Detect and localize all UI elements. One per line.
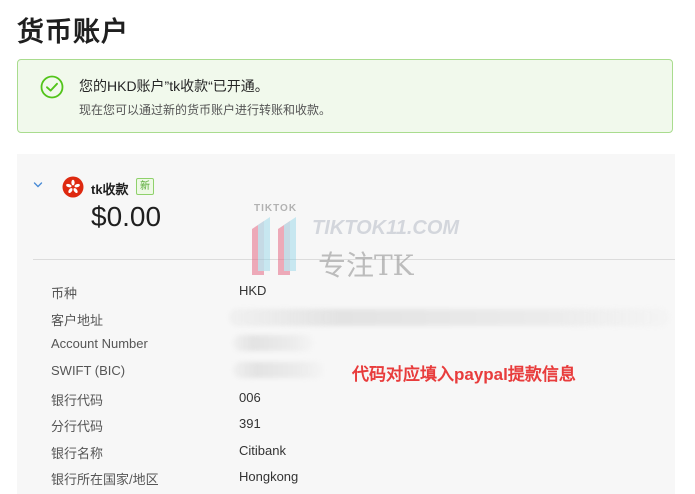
detail-label-bank-code: 银行代码 [51,393,104,408]
hong-kong-flag-icon [62,176,84,198]
account-balance: $0.00 [91,201,162,232]
success-banner: 您的HKD账户”tk收款“已开通。 现在您可以通过新的货币账户进行转账和收款。 [17,59,673,133]
detail-label-address: 客户地址 [51,313,104,328]
watermark-logo-icon [252,217,296,275]
redacted-account-number [233,335,313,351]
page-title: 货币账户 [17,17,129,47]
watermark: TIKTOK TIKTOK11.COM 专注TK [248,203,460,283]
redacted-swift [233,362,323,378]
detail-label-bank-country: 银行所在国家/地区 [51,472,159,487]
banner-title: 您的HKD账户”tk收款“已开通。 [79,78,269,94]
chevron-down-icon[interactable] [33,180,43,190]
new-badge: 新 [136,178,154,195]
detail-label-currency: 币种 [51,286,78,301]
annotation-text: 代码对应填入paypal提款信息 [352,365,576,384]
detail-value-bank-name: Citibank [239,443,286,458]
banner-subtitle: 现在您可以通过新的货币账户进行转账和收款。 [79,103,332,117]
detail-label-account-number: Account Number [51,336,148,351]
watermark-slogan: 专注TK [318,249,414,282]
detail-value-currency: HKD [239,283,267,298]
redacted-address [229,309,669,326]
watermark-small-text: TIKTOK [254,203,298,214]
watermark-site-text: TIKTOK11.COM [312,217,460,239]
detail-label-bank-name: 银行名称 [51,446,104,461]
detail-value-branch-code: 391 [239,416,261,431]
check-circle-icon [40,75,64,99]
detail-value-bank-country: Hongkong [239,469,299,484]
detail-value-bank-code: 006 [239,390,261,405]
detail-label-swift: SWIFT (BIC) [51,363,126,378]
detail-label-branch-code: 分行代码 [51,419,104,434]
account-name: tk收款 [91,182,129,197]
